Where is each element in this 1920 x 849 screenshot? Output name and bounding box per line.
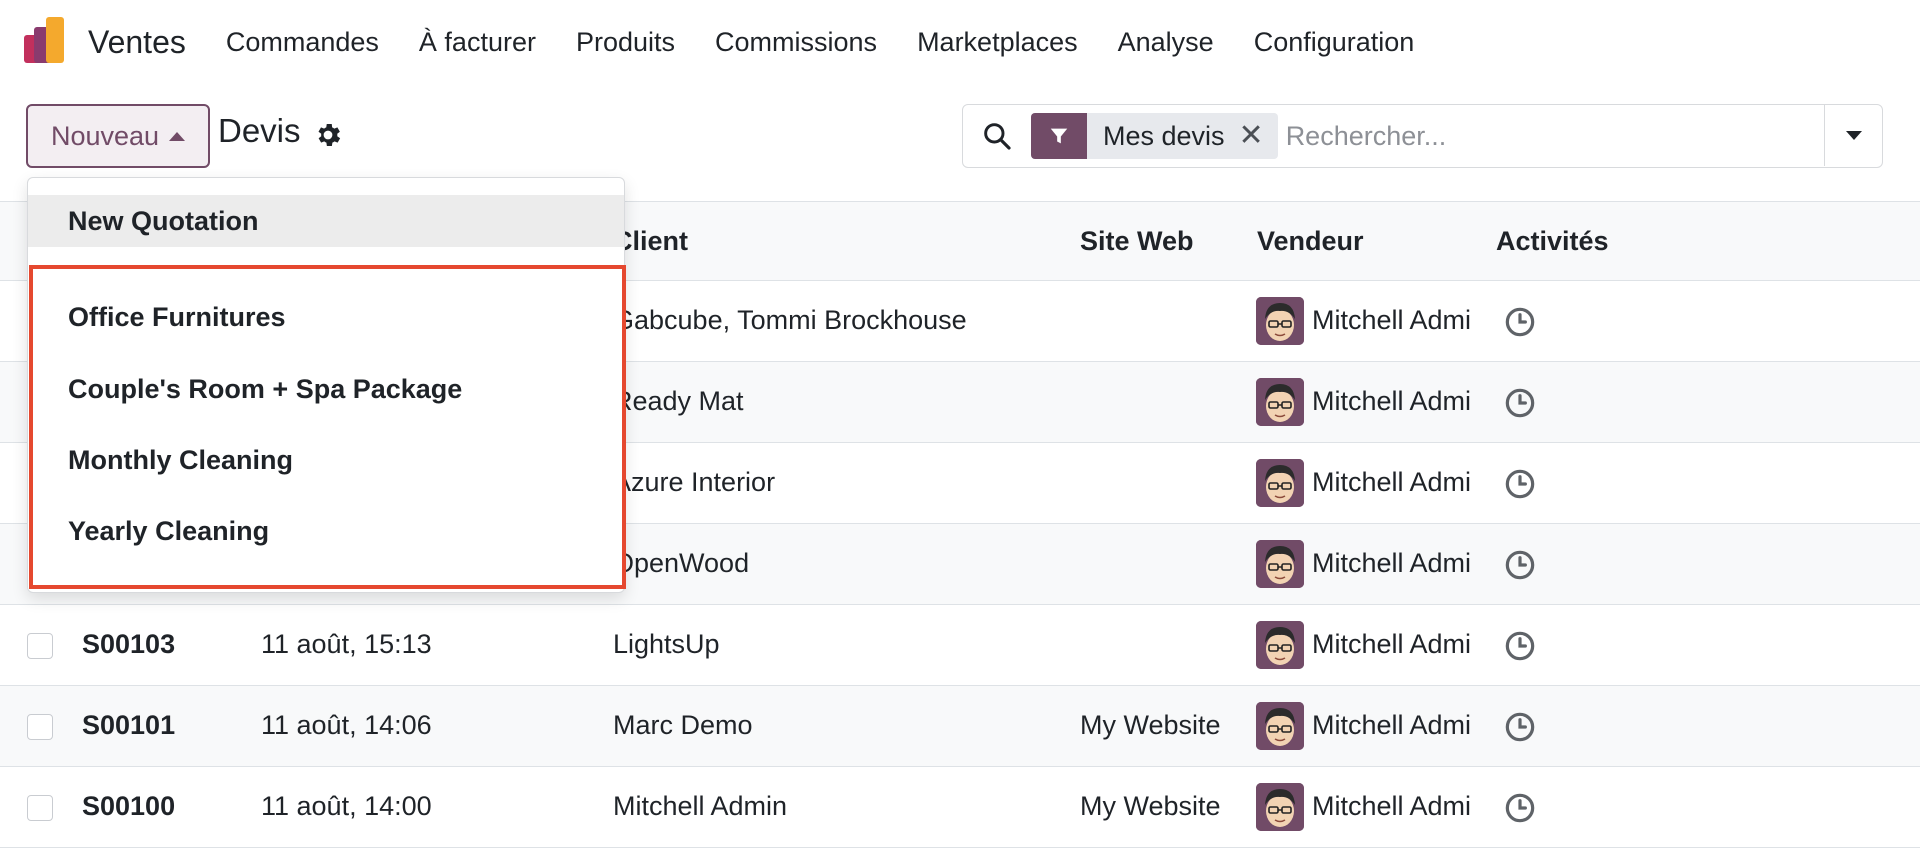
filter-icon bbox=[1031, 113, 1087, 159]
app-name[interactable]: Ventes bbox=[88, 24, 186, 61]
clock-icon[interactable] bbox=[1504, 711, 1536, 743]
client-name: Marc Demo bbox=[613, 710, 753, 740]
vendor-name: Mitchell Admi bbox=[1312, 386, 1472, 416]
vendor-name: Mitchell Admi bbox=[1312, 548, 1472, 578]
menu-marketplaces[interactable]: Marketplaces bbox=[917, 27, 1078, 58]
clock-icon[interactable] bbox=[1504, 630, 1536, 662]
table-row[interactable]: S00101 11 août, 14:06 Marc Demo My Website M… bbox=[0, 686, 1920, 767]
clock-icon[interactable] bbox=[1504, 792, 1536, 824]
menu-commissions[interactable]: Commissions bbox=[715, 27, 877, 58]
column-vendor[interactable]: Vendeur bbox=[1257, 226, 1364, 257]
avatar bbox=[1256, 297, 1304, 345]
client-name: LightsUp bbox=[613, 629, 720, 659]
sales-app-icon[interactable] bbox=[24, 17, 68, 63]
client-name: Gabcube, Tommi Brockhouse bbox=[613, 305, 967, 335]
chevron-down-icon bbox=[1845, 131, 1862, 140]
search-bar: Mes devis ✕ bbox=[962, 104, 1883, 168]
avatar bbox=[1256, 783, 1304, 831]
website-name: My Website bbox=[1080, 791, 1221, 821]
client-name: Azure Interior bbox=[613, 467, 776, 497]
menu-configuration[interactable]: Configuration bbox=[1254, 27, 1415, 58]
client-name: OpenWood bbox=[613, 548, 750, 578]
menu-commandes[interactable]: Commandes bbox=[226, 27, 379, 58]
highlight-box bbox=[29, 265, 626, 589]
vendor-name: Mitchell Admi bbox=[1312, 629, 1472, 659]
order-date: 11 août, 14:00 bbox=[261, 791, 432, 821]
table-row[interactable]: S00100 11 août, 14:00 Mitchell Admin My Web… bbox=[0, 767, 1920, 848]
row-checkbox[interactable] bbox=[27, 795, 53, 821]
avatar bbox=[1256, 459, 1304, 507]
menu-analyse[interactable]: Analyse bbox=[1118, 27, 1214, 58]
client-name: Ready Mat bbox=[613, 386, 744, 416]
search-options-toggle[interactable] bbox=[1824, 105, 1882, 166]
caret-up-icon bbox=[169, 131, 186, 141]
page-title: Devis bbox=[218, 112, 301, 149]
table-row[interactable]: S00103 11 août, 15:13 LightsUp Mitchell Adm… bbox=[0, 605, 1920, 686]
row-checkbox[interactable] bbox=[27, 633, 53, 659]
gear-icon[interactable] bbox=[313, 120, 343, 150]
search-facet: Mes devis ✕ bbox=[1031, 113, 1278, 159]
new-button[interactable]: Nouveau bbox=[26, 104, 210, 168]
vendor-name: Mitchell Admi bbox=[1312, 791, 1472, 821]
order-number: S00103 bbox=[82, 629, 176, 659]
facet-label: Mes devis bbox=[1103, 120, 1225, 151]
clock-icon[interactable] bbox=[1504, 549, 1536, 581]
clock-icon[interactable] bbox=[1504, 306, 1536, 338]
order-date: 11 août, 15:13 bbox=[261, 629, 432, 659]
order-date: 11 août, 14:06 bbox=[261, 710, 432, 740]
top-navbar: Ventes Commandes À facturer Produits Com… bbox=[0, 0, 1920, 84]
avatar bbox=[1256, 702, 1304, 750]
order-number: S00101 bbox=[82, 710, 176, 740]
avatar bbox=[1256, 378, 1304, 426]
client-name: Mitchell Admin bbox=[613, 791, 788, 821]
website-name: My Website bbox=[1080, 710, 1221, 740]
menu-a-facturer[interactable]: À facturer bbox=[419, 27, 536, 58]
column-website[interactable]: Site Web bbox=[1080, 226, 1194, 257]
menu-produits[interactable]: Produits bbox=[576, 27, 675, 58]
menu-item-label: New Quotation bbox=[68, 206, 259, 236]
vendor-name: Mitchell Admi bbox=[1312, 305, 1472, 335]
vendor-name: Mitchell Admi bbox=[1312, 467, 1472, 497]
column-activities[interactable]: Activités bbox=[1496, 226, 1609, 257]
clock-icon[interactable] bbox=[1504, 468, 1536, 500]
menu-item-new-quotation[interactable]: New Quotation bbox=[28, 195, 624, 247]
clock-icon[interactable] bbox=[1504, 387, 1536, 419]
search-input[interactable] bbox=[1285, 120, 1806, 152]
avatar bbox=[1256, 540, 1304, 588]
avatar bbox=[1256, 621, 1304, 669]
row-checkbox[interactable] bbox=[27, 714, 53, 740]
vendor-name: Mitchell Admi bbox=[1312, 710, 1472, 740]
new-button-label: Nouveau bbox=[50, 120, 160, 151]
search-icon[interactable] bbox=[981, 120, 1013, 152]
close-icon[interactable]: ✕ bbox=[1239, 121, 1278, 151]
order-number: S00100 bbox=[82, 791, 176, 821]
